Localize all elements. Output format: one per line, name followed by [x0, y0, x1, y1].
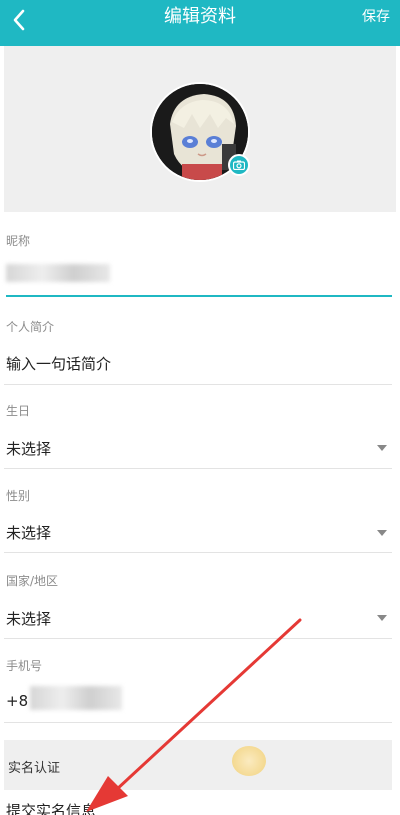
region-label: 国家/地区	[6, 574, 59, 588]
gender-divider	[4, 552, 392, 553]
birthday-label: 生日	[6, 404, 31, 418]
phone-label: 手机号	[6, 659, 43, 673]
phone-value: +8	[6, 692, 29, 710]
birthday-divider	[4, 468, 392, 469]
page-title: 编辑资料	[164, 6, 236, 27]
phone-divider	[4, 722, 392, 723]
chevron-down-icon[interactable]	[376, 527, 388, 539]
save-button[interactable]: 保存	[362, 0, 390, 34]
verification-section-header: 实名认证	[4, 740, 392, 790]
birthday-select[interactable]: 未选择	[6, 438, 51, 459]
gender-label: 性别	[6, 489, 31, 503]
gender-select[interactable]: 未选择	[6, 522, 51, 543]
region-divider	[4, 638, 392, 639]
verification-section-title: 实名认证	[8, 761, 61, 776]
region-select[interactable]: 未选择	[6, 608, 51, 629]
chevron-down-icon[interactable]	[376, 612, 388, 624]
bio-input[interactable]: 输入一句话简介	[6, 353, 111, 374]
camera-icon	[233, 160, 245, 170]
top-bar: 编辑资料 保存	[0, 0, 400, 46]
phone-redacted	[30, 686, 122, 710]
watermark-logo	[232, 746, 266, 776]
bio-divider	[4, 384, 392, 385]
change-avatar-button[interactable]	[228, 154, 250, 176]
nickname-label: 昵称	[6, 234, 31, 248]
avatar-panel	[4, 46, 396, 212]
nickname-redacted	[6, 264, 110, 282]
submit-verification-link[interactable]: 提交实名信息	[6, 800, 96, 815]
nickname-underline	[6, 295, 392, 297]
chevron-down-icon[interactable]	[376, 442, 388, 454]
bio-label: 个人简介	[6, 320, 55, 334]
